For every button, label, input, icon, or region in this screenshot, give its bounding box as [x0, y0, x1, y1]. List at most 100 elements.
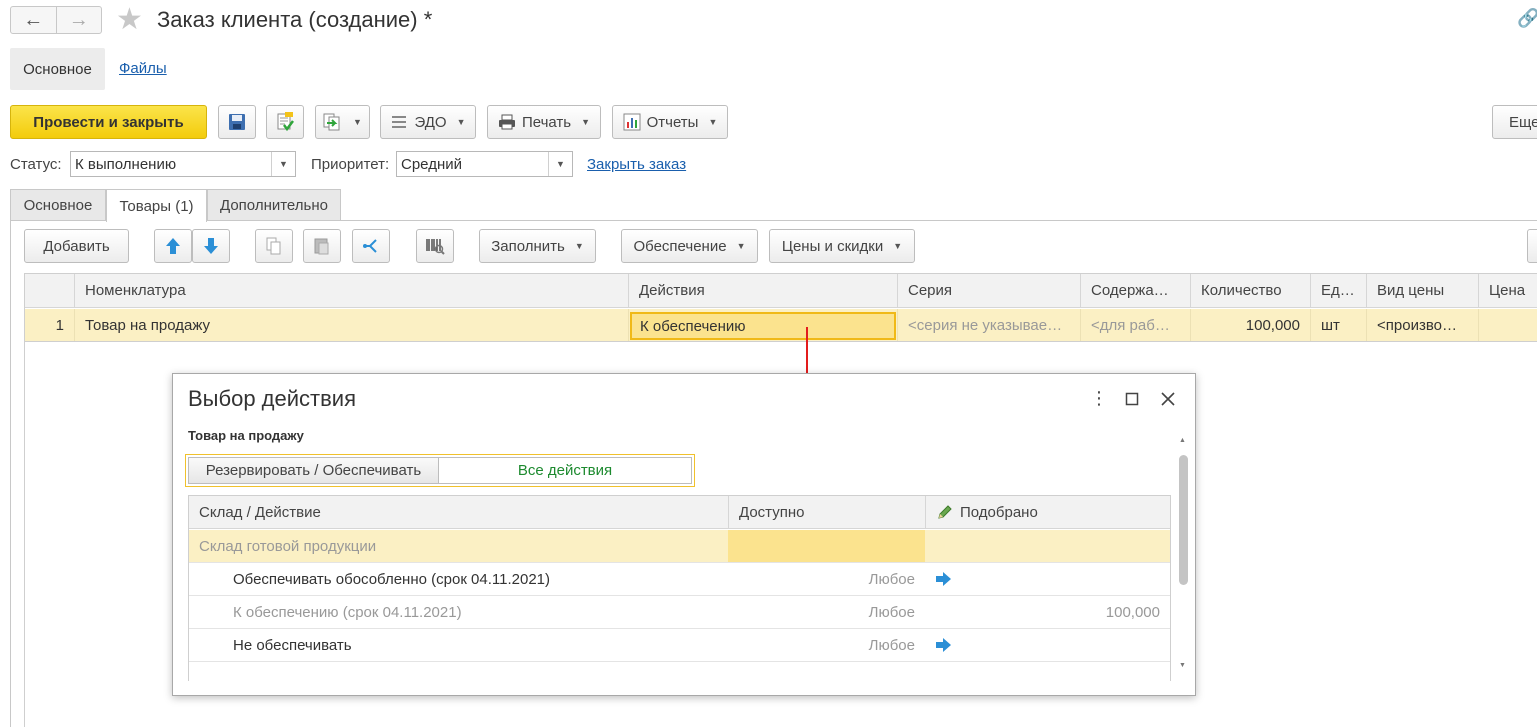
- table-row[interactable]: Не обеспечивать Любое: [189, 629, 1170, 662]
- column-header-picked-label: Подобрано: [960, 503, 1038, 521]
- move-up-button[interactable]: [154, 229, 192, 263]
- scrollbar-thumb[interactable]: [1179, 455, 1188, 585]
- copy-button[interactable]: [255, 229, 293, 263]
- actions-table: Склад / Действие Доступно Подобрано Скла…: [188, 495, 1171, 681]
- arrow-right-icon[interactable]: →: [55, 7, 102, 33]
- table-row[interactable]: Обеспечивать обособленно (срок 04.11.202…: [189, 563, 1170, 596]
- priority-label: Приоритет:: [311, 156, 390, 173]
- fill-button[interactable]: Заполнить ▼: [479, 229, 596, 263]
- row-content[interactable]: <для раб…: [1080, 309, 1190, 341]
- priority-field[interactable]: Средний ▼: [396, 151, 573, 177]
- status-label: Статус:: [10, 156, 62, 173]
- add-label: Добавить: [43, 237, 110, 255]
- provision-label: Обеспечение: [633, 237, 727, 255]
- action-filter-switch: Резервировать / Обеспечивать Все действи…: [185, 454, 695, 487]
- chevron-down-icon: ▼: [353, 117, 362, 127]
- tab-main[interactable]: Основное: [10, 189, 106, 221]
- column-header-action[interactable]: Действия: [628, 274, 897, 308]
- column-header-content[interactable]: Содержа…: [1080, 274, 1190, 308]
- print-button[interactable]: Печать ▼: [487, 105, 601, 139]
- link-icon[interactable]: 🔗: [1517, 8, 1537, 29]
- scroll-up-icon[interactable]: ▲: [1179, 437, 1186, 444]
- arrow-left-icon[interactable]: ←: [11, 7, 56, 33]
- column-header-series[interactable]: Серия: [897, 274, 1080, 308]
- filter-reserve-button[interactable]: Резервировать / Обеспечивать: [188, 457, 439, 484]
- tab-additional[interactable]: Дополнительно: [207, 189, 341, 221]
- reports-icon: [623, 113, 641, 131]
- paste-icon: [314, 238, 329, 255]
- print-label: Печать: [521, 113, 572, 131]
- row-item[interactable]: Товар на продажу: [74, 309, 628, 341]
- filter-all-button[interactable]: Все действия: [439, 457, 692, 484]
- pencil-icon: [938, 505, 952, 519]
- choose-action-dialog: Выбор действия ⋮ Товар на продажу Резерв…: [172, 373, 1196, 696]
- post-and-close-button[interactable]: Провести и закрыть: [10, 105, 207, 139]
- row-action-cell[interactable]: К обеспечению: [630, 312, 896, 340]
- copy-icon: [266, 237, 281, 255]
- column-header-item[interactable]: Номенклатура: [74, 274, 628, 308]
- arrow-right-blue-icon: [936, 638, 951, 652]
- select-action-button[interactable]: [935, 629, 952, 661]
- row-price[interactable]: [1478, 309, 1537, 341]
- chevron-down-icon: ▼: [574, 241, 584, 251]
- close-icon[interactable]: [1161, 390, 1175, 411]
- select-action-button[interactable]: [935, 563, 952, 595]
- row-action-name: Не обеспечивать: [233, 636, 352, 654]
- barcode-button[interactable]: [416, 229, 454, 263]
- provision-button[interactable]: Обеспечение ▼: [621, 229, 758, 263]
- create-based-on-button[interactable]: ▼: [315, 105, 370, 139]
- save-button[interactable]: [218, 105, 256, 139]
- arrow-up-icon: [166, 238, 180, 254]
- column-header-quantity[interactable]: Количество: [1190, 274, 1310, 308]
- panel-border: [10, 220, 11, 727]
- tab-goods[interactable]: Товары (1): [106, 189, 207, 222]
- table-row-group[interactable]: Склад готовой продукции: [189, 530, 1170, 563]
- star-icon[interactable]: ★: [116, 2, 143, 37]
- move-down-button[interactable]: [192, 229, 230, 263]
- column-header-warehouse-action[interactable]: Склад / Действие: [189, 496, 728, 529]
- row-number: 1: [25, 309, 74, 341]
- column-header-price-type[interactable]: Вид цены: [1366, 274, 1478, 308]
- maximize-icon[interactable]: [1125, 390, 1139, 411]
- edo-icon: [392, 116, 407, 128]
- dialog-item-name: Товар на продажу: [188, 428, 304, 443]
- chevron-down-icon[interactable]: ▼: [548, 152, 572, 176]
- row-action-name: К обеспечению (срок 04.11.2021): [233, 603, 462, 621]
- post-document-icon: [277, 112, 294, 132]
- more-vertical-icon[interactable]: ⋮: [1090, 388, 1108, 409]
- section-nav-main[interactable]: Основное: [10, 48, 105, 90]
- paste-button[interactable]: [303, 229, 341, 263]
- scroll-down-icon[interactable]: ▼: [1179, 662, 1186, 669]
- more-button[interactable]: Еще: [1492, 105, 1537, 139]
- column-header-picked[interactable]: Подобрано: [925, 496, 1170, 529]
- save-icon: [229, 114, 245, 130]
- chevron-down-icon[interactable]: ▼: [271, 152, 295, 176]
- row-unit[interactable]: шт: [1310, 309, 1366, 341]
- edo-button[interactable]: ЭДО ▼: [380, 105, 476, 139]
- fill-label: Заполнить: [491, 237, 565, 255]
- row-price-type[interactable]: <произво…: [1366, 309, 1478, 341]
- status-field[interactable]: К выполнению ▼: [70, 151, 296, 177]
- dialog-title: Выбор действия: [188, 386, 356, 411]
- row-series[interactable]: <серия не указывае…: [897, 309, 1080, 341]
- column-header-unit[interactable]: Ед…: [1310, 274, 1366, 308]
- split-button[interactable]: [352, 229, 390, 263]
- chevron-down-icon: ▼: [893, 241, 903, 251]
- row-available: Любое: [868, 603, 915, 621]
- table-row[interactable]: К обеспечению (срок 04.11.2021) Любое 10…: [189, 596, 1170, 629]
- add-button[interactable]: Добавить: [24, 229, 129, 263]
- row-quantity[interactable]: 100,000: [1190, 309, 1310, 341]
- arrow-right-blue-icon: [936, 572, 951, 586]
- prices-discounts-button[interactable]: Цены и скидки ▼: [769, 229, 915, 263]
- arrow-down-icon: [204, 238, 218, 254]
- row-picked[interactable]: 100,000: [925, 596, 1170, 628]
- close-order-link[interactable]: Закрыть заказ: [587, 156, 686, 173]
- reports-button[interactable]: Отчеты ▼: [612, 105, 728, 139]
- column-header-price[interactable]: Цена: [1478, 274, 1537, 308]
- post-button[interactable]: [266, 105, 304, 139]
- section-nav-files[interactable]: Файлы: [119, 60, 167, 77]
- group-warehouse: Склад готовой продукции: [199, 537, 377, 555]
- column-header-available[interactable]: Доступно: [728, 496, 925, 529]
- goods-more-button[interactable]: [1527, 229, 1537, 263]
- create-based-on-icon: [323, 113, 340, 131]
